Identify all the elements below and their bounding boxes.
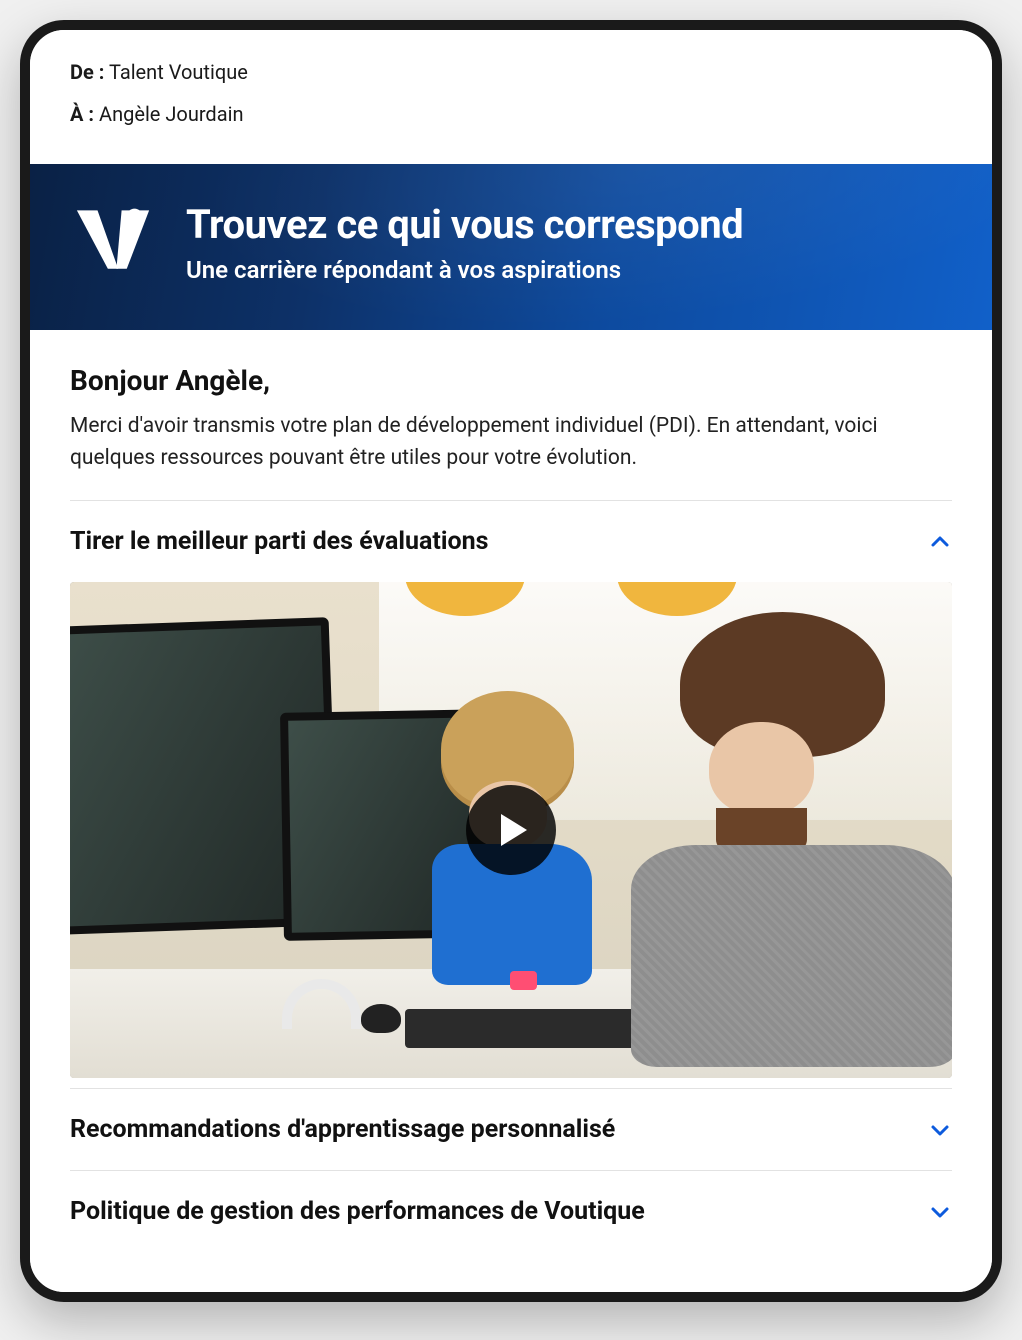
chevron-down-icon (928, 1118, 952, 1142)
email-card: De : Talent Voutique À : Angèle Jourdain… (20, 20, 1002, 1302)
email-body: Bonjour Angèle, Merci d'avoir transmis v… (30, 330, 992, 1292)
section-evaluations: Tirer le meilleur parti des évaluations (70, 500, 952, 1078)
from-row: De : Talent Voutique (70, 60, 952, 84)
section-recommendations: Recommandations d'apprentissage personna… (70, 1088, 952, 1170)
greeting: Bonjour Angèle, (70, 364, 952, 397)
to-row: À : Angèle Jourdain (70, 102, 952, 126)
chevron-down-icon (928, 1200, 952, 1224)
intro-text: Merci d'avoir transmis votre plan de dév… (70, 411, 952, 474)
to-label: À : (70, 102, 94, 126)
banner-text: Trouvez ce qui vous correspond Une carri… (186, 202, 743, 284)
hero-banner: Trouvez ce qui vous correspond Une carri… (30, 164, 992, 330)
to-value: Angèle Jourdain (99, 102, 243, 126)
section-header-evaluations[interactable]: Tirer le meilleur parti des évaluations (70, 501, 952, 582)
section-title: Politique de gestion des performances de… (70, 1197, 645, 1226)
banner-subtitle: Une carrière répondant à vos aspirations (186, 256, 743, 284)
banner-title: Trouvez ce qui vous correspond (186, 202, 743, 248)
email-meta: De : Talent Voutique À : Angèle Jourdain (30, 30, 992, 164)
video-thumbnail[interactable] (70, 582, 952, 1078)
from-value: Talent Voutique (109, 60, 248, 84)
section-title: Recommandations d'apprentissage personna… (70, 1115, 615, 1144)
section-title: Tirer le meilleur parti des évaluations (70, 527, 488, 556)
section-header-recommendations[interactable]: Recommandations d'apprentissage personna… (70, 1089, 952, 1170)
chevron-up-icon (928, 530, 952, 554)
play-icon (501, 814, 527, 846)
from-label: De : (70, 60, 104, 84)
section-header-policy[interactable]: Politique de gestion des performances de… (70, 1171, 952, 1252)
play-button[interactable] (466, 785, 556, 875)
brand-logo-icon (70, 200, 156, 286)
section-policy: Politique de gestion des performances de… (70, 1170, 952, 1252)
